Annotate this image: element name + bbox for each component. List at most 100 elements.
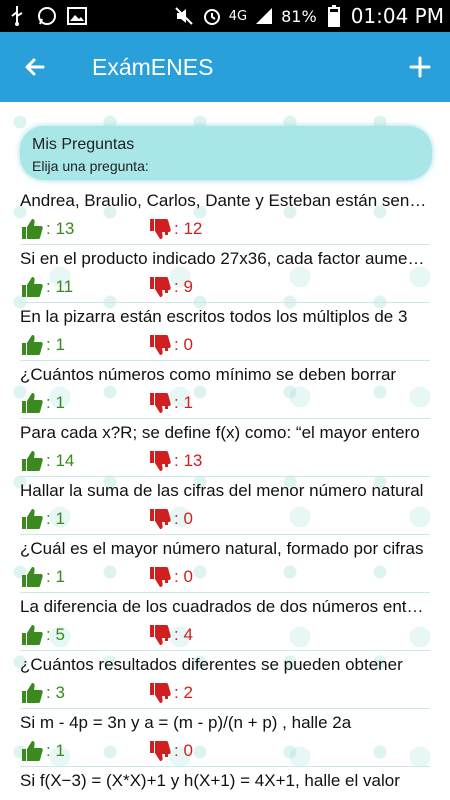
dislike-group[interactable]: : 4 bbox=[148, 623, 193, 647]
header-title: Mis Preguntas bbox=[32, 136, 135, 153]
question-item[interactable]: Andrea, Braulio, Carlos, Dante y Esteban… bbox=[20, 187, 430, 245]
battery-percent: 81% bbox=[281, 6, 317, 26]
dislike-group[interactable]: : 0 bbox=[148, 565, 193, 589]
question-text: Si f(X−3) = (X*X)+1 y h(X+1) = 4X+1, hal… bbox=[20, 771, 400, 790]
image-icon bbox=[66, 5, 88, 27]
like-count: : 13 bbox=[46, 219, 75, 238]
dislike-count: : 13 bbox=[174, 451, 203, 470]
thumbs-down-icon[interactable] bbox=[148, 275, 172, 299]
dislike-group[interactable]: : 0 bbox=[148, 739, 193, 763]
thumbs-up-icon[interactable] bbox=[20, 275, 44, 299]
question-item[interactable]: ¿Cuántos números como mínimo se deben bo… bbox=[20, 361, 430, 419]
question-item[interactable]: Si m - 4p = 3n y a = (m - p)/(n + p) , h… bbox=[20, 709, 430, 767]
whatsapp-icon bbox=[36, 5, 58, 27]
thumbs-up-icon[interactable] bbox=[20, 507, 44, 531]
thumbs-down-icon[interactable] bbox=[148, 565, 172, 589]
thumbs-down-icon[interactable] bbox=[148, 333, 172, 357]
question-item[interactable]: Si en el producto indicado 27x36, cada f… bbox=[20, 245, 430, 303]
thumbs-down-icon[interactable] bbox=[148, 217, 172, 241]
thumbs-up-icon[interactable] bbox=[20, 623, 44, 647]
thumbs-up-icon[interactable] bbox=[20, 449, 44, 473]
like-count: : 14 bbox=[46, 451, 75, 470]
question-item[interactable]: ¿Cuántos resultados diferentes se pueden… bbox=[20, 651, 430, 709]
dislike-count: : 0 bbox=[174, 741, 193, 760]
plus-icon bbox=[409, 56, 431, 78]
thumbs-up-icon[interactable] bbox=[20, 391, 44, 415]
question-text: Para cada x?R; se define f(x) como: “el … bbox=[20, 423, 420, 442]
vote-row: : 13 : 12 bbox=[20, 217, 430, 241]
app-bar: ExámENES bbox=[0, 32, 450, 102]
thumbs-down-icon[interactable] bbox=[148, 449, 172, 473]
dislike-count: : 0 bbox=[174, 567, 193, 586]
thumbs-up-icon[interactable] bbox=[20, 565, 44, 589]
thumbs-up-icon[interactable] bbox=[20, 681, 44, 705]
like-group[interactable]: : 13 bbox=[20, 217, 74, 241]
question-item[interactable]: Para cada x?R; se define f(x) como: “el … bbox=[20, 419, 430, 477]
question-text: Si en el producto indicado 27x36, cada f… bbox=[20, 249, 430, 268]
like-group[interactable]: : 1 bbox=[20, 565, 65, 589]
back-button[interactable] bbox=[0, 32, 70, 102]
like-group[interactable]: : 1 bbox=[20, 739, 65, 763]
usb-icon bbox=[6, 5, 28, 27]
thumbs-down-icon[interactable] bbox=[148, 507, 172, 531]
dislike-group[interactable]: : 0 bbox=[148, 507, 193, 531]
question-item[interactable]: Hallar la suma de las cifras del menor n… bbox=[20, 477, 430, 535]
question-item[interactable]: La diferencia de los cuadrados de dos nú… bbox=[20, 593, 430, 651]
dislike-group[interactable]: : 1 bbox=[148, 391, 193, 415]
question-text: ¿Cuántos números como mínimo se deben bo… bbox=[20, 365, 397, 384]
like-count: : 1 bbox=[46, 741, 65, 760]
question-item[interactable]: ¿Cuál es el mayor número natural, formad… bbox=[20, 535, 430, 593]
dislike-count: : 4 bbox=[174, 625, 193, 644]
dislike-group[interactable]: : 13 bbox=[148, 449, 202, 473]
dislike-group[interactable]: : 9 bbox=[148, 275, 193, 299]
dislike-count: : 1 bbox=[174, 393, 193, 412]
vote-row: : 1 : 0 bbox=[20, 565, 430, 589]
thumbs-up-icon[interactable] bbox=[20, 217, 44, 241]
vote-row: : 1 : 0 bbox=[20, 739, 430, 763]
like-count: : 1 bbox=[46, 335, 65, 354]
vote-row: : 14 : 13 bbox=[20, 449, 430, 473]
vote-row: : 1 : 0 bbox=[20, 333, 430, 357]
battery-icon bbox=[323, 5, 345, 27]
like-group[interactable]: : 1 bbox=[20, 507, 65, 531]
question-text: Andrea, Braulio, Carlos, Dante y Esteban… bbox=[20, 191, 430, 210]
clock: 01:04 PM bbox=[350, 4, 444, 28]
back-arrow-icon bbox=[25, 58, 45, 76]
like-group[interactable]: : 1 bbox=[20, 391, 65, 415]
like-count: : 1 bbox=[46, 393, 65, 412]
dislike-group[interactable]: : 0 bbox=[148, 333, 193, 357]
question-item[interactable]: Si f(X−3) = (X*X)+1 y h(X+1) = 4X+1, hal… bbox=[20, 767, 430, 800]
thumbs-up-icon[interactable] bbox=[20, 739, 44, 763]
thumbs-down-icon[interactable] bbox=[148, 623, 172, 647]
question-text: ¿Cuántos resultados diferentes se pueden… bbox=[20, 655, 403, 674]
dislike-count: : 2 bbox=[174, 683, 193, 702]
content-area: Mis Preguntas Elija una pregunta: Andrea… bbox=[0, 102, 450, 800]
question-text: Hallar la suma de las cifras del menor n… bbox=[20, 481, 424, 500]
like-count: : 5 bbox=[46, 625, 65, 644]
dislike-group[interactable]: : 2 bbox=[148, 681, 193, 705]
like-group[interactable]: : 1 bbox=[20, 333, 65, 357]
like-count: : 1 bbox=[46, 509, 65, 528]
dislike-group[interactable]: : 12 bbox=[148, 217, 202, 241]
dislike-count: : 12 bbox=[174, 219, 203, 238]
vote-row: : 5 : 4 bbox=[20, 623, 430, 647]
dislike-count: : 9 bbox=[174, 277, 193, 296]
thumbs-down-icon[interactable] bbox=[148, 739, 172, 763]
question-text: En la pizarra están escritos todos los m… bbox=[20, 307, 408, 326]
vote-row: : 3 : 2 bbox=[20, 681, 430, 705]
thumbs-down-icon[interactable] bbox=[148, 681, 172, 705]
mute-icon bbox=[173, 5, 195, 27]
like-group[interactable]: : 14 bbox=[20, 449, 74, 473]
status-bar: 4G 81% 01:04 PM bbox=[0, 0, 450, 32]
dislike-count: : 0 bbox=[174, 509, 193, 528]
question-item[interactable]: En la pizarra están escritos todos los m… bbox=[20, 303, 430, 361]
thumbs-down-icon[interactable] bbox=[148, 391, 172, 415]
thumbs-up-icon[interactable] bbox=[20, 333, 44, 357]
like-group[interactable]: : 3 bbox=[20, 681, 65, 705]
signal-icon bbox=[253, 5, 275, 27]
add-button[interactable] bbox=[390, 32, 450, 102]
like-group[interactable]: : 5 bbox=[20, 623, 65, 647]
like-group[interactable]: : 11 bbox=[20, 275, 73, 299]
like-count: : 1 bbox=[46, 567, 65, 586]
alarm-icon bbox=[201, 5, 223, 27]
